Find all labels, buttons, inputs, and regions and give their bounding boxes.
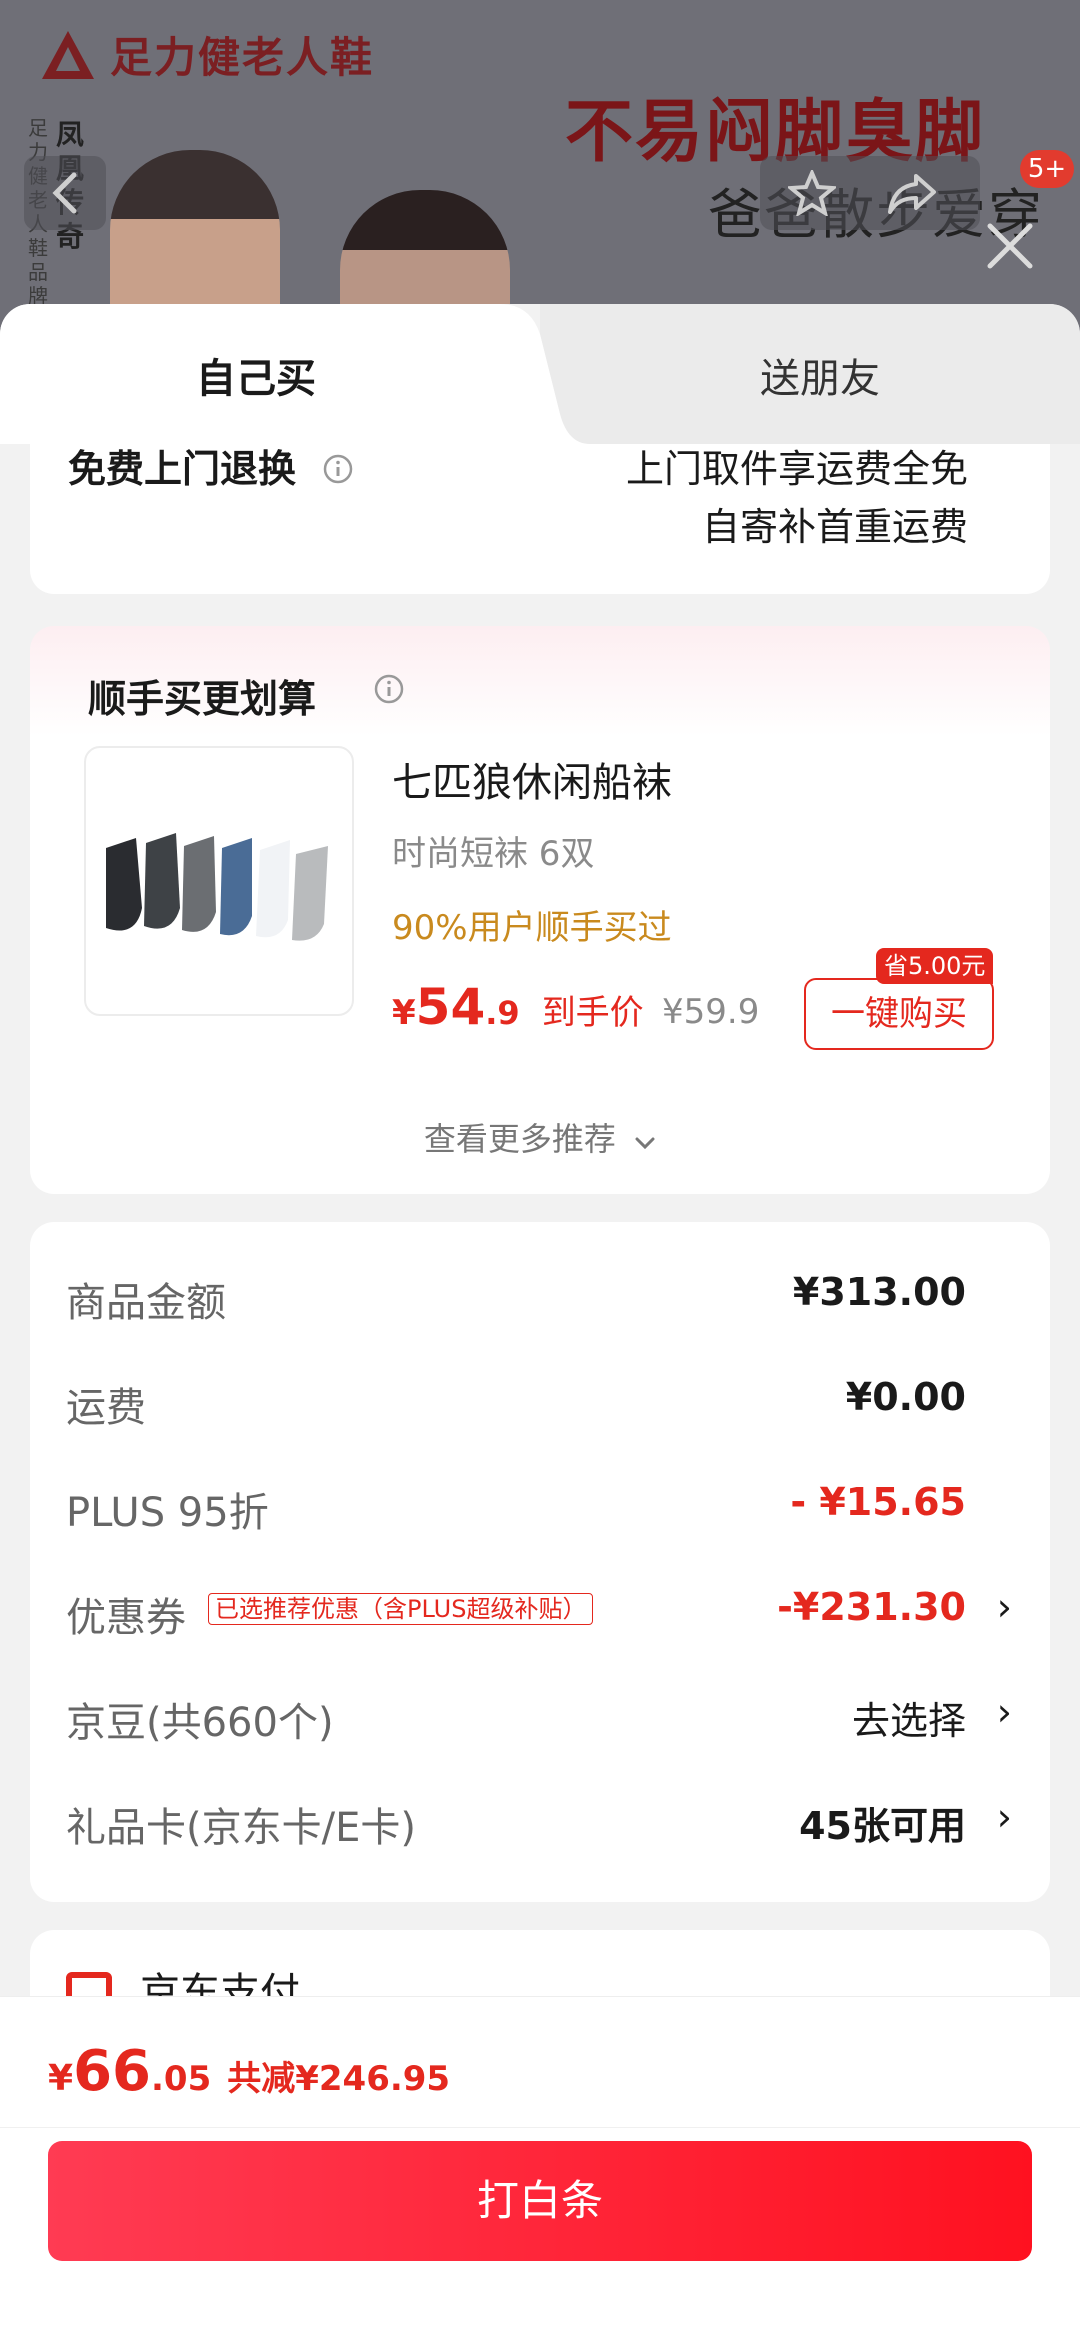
summary-row-coupon[interactable]: 优惠券 已选推荐优惠（含PLUS超级补贴） -¥231.30 › (66, 1585, 1026, 1645)
more-recommend-label: 查看更多推荐 (423, 1120, 616, 1158)
recommend-title: 顺手买更划算 (88, 677, 317, 721)
chevron-down-icon (635, 1137, 655, 1150)
product-price: ¥ 54 .9 到手价 (392, 978, 644, 1036)
gift-card-value: 45张可用 (799, 1804, 966, 1848)
shipping-label: 运费 (66, 1385, 146, 1431)
save-badge: 省5.00元 (876, 948, 994, 984)
tab-gift-to-friend[interactable]: 送朋友 (760, 346, 880, 404)
jingdou-label: 京豆(共660个) (66, 1700, 334, 1746)
socks-image (106, 833, 328, 941)
star-icon[interactable] (788, 170, 836, 216)
total-decimal: .05 (151, 2059, 212, 2099)
divider (0, 2127, 1080, 2128)
price-integer: 54 (415, 978, 486, 1036)
summary-row-goods-amount: 商品金额 ¥313.00 (66, 1270, 1026, 1330)
coupon-value: -¥231.30 (777, 1585, 966, 1629)
return-policy-title-text: 免费上门退换 (68, 447, 297, 491)
chevron-right-icon: › (996, 1795, 1012, 1839)
add-on-recommend-card: 顺手买更划算 七匹狼休闲船袜 时尚短袜 6双 90%用户顺手买过 ¥ 54 .9… (30, 626, 1050, 1194)
shipping-value: ¥0.00 (845, 1375, 966, 1419)
summary-row-gift-card[interactable]: 礼品卡(京东卡/E卡) 45张可用 › (66, 1795, 1026, 1855)
total-price: ¥ 66 .05 共减¥246.95 (48, 2039, 450, 2104)
order-summary-card: 商品金额 ¥313.00 运费 ¥0.00 PLUS 95折 - ¥15.65 … (30, 1222, 1050, 1902)
coupon-tag: 已选推荐优惠（含PLUS超级补贴） (208, 1593, 594, 1625)
total-currency: ¥ (48, 2058, 74, 2099)
return-policy-card: 免费上门退换 上门取件享运费全免 自寄补首重运费 (30, 444, 1050, 594)
one-click-buy-button[interactable]: 一键购买 (804, 978, 994, 1050)
product-spec: 时尚短袜 6双 (392, 834, 595, 874)
product-name[interactable]: 七匹狼休闲船袜 (392, 750, 672, 808)
return-self-send-text: 自寄补首重运费 (701, 505, 968, 549)
total-integer: 66 (73, 2039, 151, 2104)
brand-header: 足力健老人鞋 (40, 24, 374, 85)
checkout-bar: ¥ 66 .05 共减¥246.95 打白条 (0, 1996, 1080, 2345)
goods-amount-label: 商品金额 (66, 1280, 226, 1326)
close-icon[interactable] (978, 214, 1042, 278)
more-recommend-link[interactable]: 查看更多推荐 (30, 1114, 1050, 1160)
coupon-label: 优惠券 (66, 1595, 186, 1641)
return-policy-title: 免费上门退换 (68, 438, 353, 493)
chevron-left-icon (52, 172, 77, 214)
product-image[interactable] (84, 746, 354, 1016)
pay-with-baitiao-button[interactable]: 打白条 (48, 2141, 1032, 2261)
jingdou-value: 去选择 (851, 1699, 966, 1743)
goods-amount-value: ¥313.00 (792, 1270, 966, 1314)
info-icon[interactable] (374, 674, 404, 704)
price-decimal: .9 (485, 994, 520, 1032)
price-currency: ¥ (392, 993, 416, 1033)
brand-name: 足力健老人鞋 (110, 33, 375, 82)
summary-row-shipping: 运费 ¥0.00 (66, 1375, 1026, 1435)
chevron-right-icon: › (996, 1585, 1012, 1629)
info-icon[interactable] (323, 454, 353, 484)
tab-buy-for-self[interactable]: 自己买 (196, 346, 316, 404)
total-savings: 共减¥246.95 (227, 2059, 451, 2099)
gift-card-label: 礼品卡(京东卡/E卡) (66, 1805, 416, 1851)
plus-discount-value: - ¥15.65 (790, 1480, 966, 1524)
brand-logo-icon (42, 30, 94, 79)
chevron-right-icon: › (996, 1690, 1012, 1734)
top-actions (760, 156, 980, 230)
purchase-tabs: 自己买 送朋友 (0, 304, 1080, 444)
original-price: ¥59.9 (662, 992, 760, 1032)
back-button[interactable] (24, 156, 106, 230)
return-pickup-text: 上门取件享运费全免 (625, 447, 968, 491)
share-icon[interactable] (886, 170, 938, 216)
summary-row-jingdou[interactable]: 京豆(共660个) 去选择 › (66, 1690, 1026, 1750)
message-count-badge: 5+ (1020, 150, 1074, 188)
product-social-proof: 90%用户顺手买过 (392, 908, 672, 948)
price-tag: 到手价 (541, 993, 644, 1033)
summary-row-plus-discount: PLUS 95折 - ¥15.65 (66, 1480, 1026, 1540)
plus-discount-label: PLUS 95折 (66, 1490, 269, 1536)
